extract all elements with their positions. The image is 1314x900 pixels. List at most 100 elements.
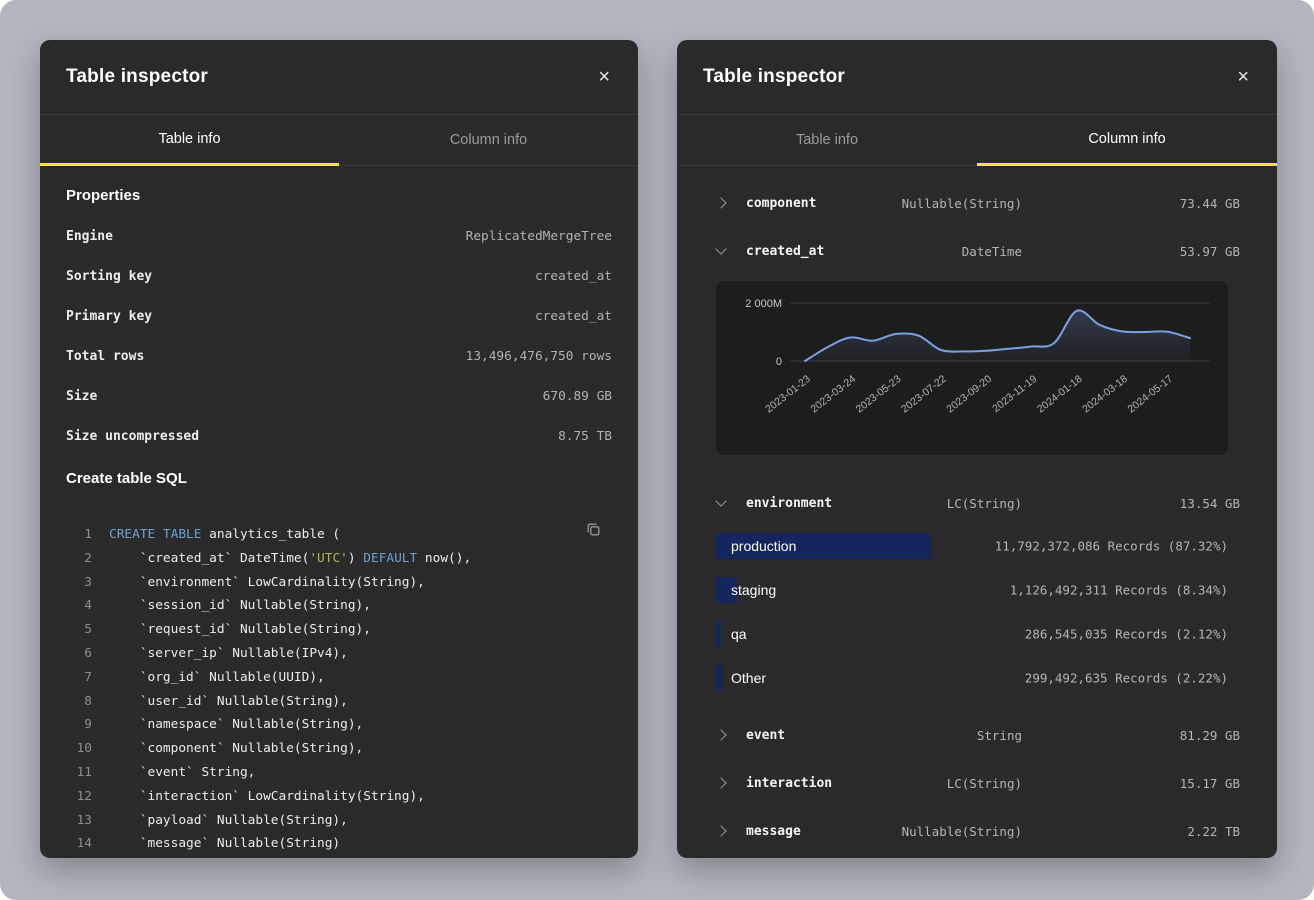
x-axis-tick: 2024-03-18 [1080, 373, 1130, 416]
sql-code-line: 10 `component` Nullable(String), [66, 737, 612, 761]
sql-code-lines: 1CREATE TABLE analytics_table (2 `create… [66, 523, 612, 858]
x-axis-tick: 2024-01-18 [1035, 373, 1085, 416]
page-background: Table inspector × Table info Column info… [0, 0, 1314, 900]
code-text: `server_ip` Nullable(IPv4), [109, 642, 348, 666]
code-token: analytics_table ( [201, 527, 340, 542]
column-name: interaction [746, 776, 872, 791]
column-type: LC(String) [872, 776, 1022, 791]
copy-icon[interactable] [583, 519, 604, 543]
table-inspector-modal-table-info: Table inspector × Table info Column info… [40, 40, 638, 858]
column-name: environment [746, 496, 872, 511]
property-label: Size uncompressed [66, 429, 199, 444]
distribution-records: 299,492,635 Records (2.22%) [1025, 671, 1228, 686]
property-value: created_at [535, 309, 612, 324]
chevron-right-icon[interactable] [715, 777, 726, 788]
code-token: `org_id` Nullable(UUID), [109, 670, 325, 685]
column-size: 73.44 GB [1100, 196, 1240, 211]
modal-header: Table inspector × [677, 40, 1277, 115]
column-row-message[interactable]: messageNullable(String)2.22 TB [677, 807, 1277, 855]
property-value: ReplicatedMergeTree [466, 229, 612, 244]
column-type: String [872, 728, 1022, 743]
line-number: 11 [66, 761, 92, 785]
distribution-records: 1,126,492,311 Records (8.34%) [1010, 583, 1228, 598]
code-text: `namespace` Nullable(String), [109, 713, 363, 737]
tab-bar: Table info Column info [677, 115, 1277, 166]
sql-code-block: 1CREATE TABLE analytics_table (2 `create… [66, 523, 612, 858]
created-at-area-chart: 2 000M02023-01-232023-03-242023-05-23202… [716, 281, 1228, 455]
line-number: 14 [66, 832, 92, 856]
column-type: DateTime [872, 244, 1022, 259]
code-text: `org_id` Nullable(UUID), [109, 666, 325, 690]
column-name: component [746, 196, 872, 211]
sql-code-line: 6 `server_ip` Nullable(IPv4), [66, 642, 612, 666]
sql-code-line: 9 `namespace` Nullable(String), [66, 713, 612, 737]
code-text: `event` String, [109, 761, 255, 785]
sql-code-line: 11 `event` String, [66, 761, 612, 785]
code-token: `interaction` LowCardinality(String), [109, 789, 425, 804]
x-axis-tick: 2023-09-20 [944, 373, 994, 416]
tab-column-info[interactable]: Column info [339, 115, 638, 166]
distribution-row-production: production 11,792,372,086 Records (87.32%… [716, 533, 1228, 559]
tab-table-info[interactable]: Table info [40, 115, 339, 166]
column-size: 53.97 GB [1100, 244, 1240, 259]
distribution-row-qa: qa286,545,035 Records (2.12%) [716, 621, 1228, 647]
property-value: 13,496,476,750 rows [466, 349, 612, 364]
tab-table-info[interactable]: Table info [677, 115, 977, 166]
close-icon[interactable]: × [596, 67, 612, 87]
sql-code-line: 13 `payload` Nullable(String), [66, 809, 612, 833]
column-name: message [746, 824, 872, 839]
distribution-records: 11,792,372,086 Records (87.32%) [995, 539, 1228, 554]
column-row-environment[interactable]: environmentLC(String)13.54 GB [677, 479, 1277, 527]
code-text: `payload` Nullable(String), [109, 809, 348, 833]
property-label: Total rows [66, 349, 144, 364]
column-row-component[interactable]: componentNullable(String)73.44 GB [677, 179, 1277, 227]
property-value: 670.89 GB [543, 389, 612, 404]
chevron-right-icon[interactable] [715, 729, 726, 740]
x-axis-tick: 2023-05-23 [854, 373, 904, 416]
column-name: event [746, 728, 872, 743]
tab-bar: Table info Column info [40, 115, 638, 166]
line-number: 2 [66, 547, 92, 571]
sql-code-line: 5 `request_id` Nullable(String), [66, 618, 612, 642]
property-row: Total rows 13,496,476,750 rows [66, 336, 612, 376]
sql-code-line: 2 `created_at` DateTime('UTC') DEFAULT n… [66, 547, 612, 571]
property-label: Engine [66, 229, 113, 244]
sql-code-line: 1CREATE TABLE analytics_table ( [66, 523, 612, 547]
code-text: `request_id` Nullable(String), [109, 618, 371, 642]
sql-code-line: 4 `session_id` Nullable(String), [66, 594, 612, 618]
chevron-right-icon[interactable] [715, 825, 726, 836]
line-number: 15 [66, 856, 92, 858]
column-row-event[interactable]: eventString81.29 GB [677, 711, 1277, 759]
distribution-bar [716, 665, 722, 691]
sql-code-line: 3 `environment` LowCardinality(String), [66, 571, 612, 595]
close-icon[interactable]: × [1235, 67, 1251, 87]
line-number: 4 [66, 594, 92, 618]
code-token: `event` String, [109, 765, 255, 780]
property-label: Primary key [66, 309, 152, 324]
y-axis-tick-zero: 0 [776, 356, 782, 368]
column-row-interaction[interactable]: interactionLC(String) 15.17 GB [677, 759, 1277, 807]
code-token: ) [348, 551, 363, 566]
property-row: Sorting keycreated_at [66, 256, 612, 296]
x-axis-tick: 2023-11-19 [990, 373, 1039, 415]
properties-list: Engine ReplicatedMergeTree Sorting keycrea… [66, 216, 612, 456]
chevron-down-icon[interactable] [715, 495, 726, 506]
distribution-label: production [731, 538, 796, 554]
modal-header: Table inspector × [40, 40, 638, 115]
line-number: 8 [66, 690, 92, 714]
property-row: Size670.89 GB [66, 376, 612, 416]
line-number: 5 [66, 618, 92, 642]
table-inspector-modal-column-info: Table inspector × Table info Column info… [677, 40, 1277, 858]
properties-heading: Properties [66, 187, 612, 204]
column-row-created_at[interactable]: created_atDateTime53.97 GB [677, 227, 1277, 275]
x-axis-tick: 2023-07-22 [899, 373, 949, 416]
column-size: 15.17 GB [1100, 776, 1240, 791]
tab-column-info[interactable]: Column info [977, 115, 1277, 166]
code-text: `session_id` Nullable(String), [109, 594, 371, 618]
sql-code-line: 7 `org_id` Nullable(UUID), [66, 666, 612, 690]
chevron-down-icon[interactable] [715, 243, 726, 254]
x-axis-tick: 2024-05-17 [1125, 373, 1175, 416]
x-axis-tick: 2023-01-23 [763, 373, 813, 416]
chevron-right-icon[interactable] [715, 197, 726, 208]
line-number: 3 [66, 571, 92, 595]
